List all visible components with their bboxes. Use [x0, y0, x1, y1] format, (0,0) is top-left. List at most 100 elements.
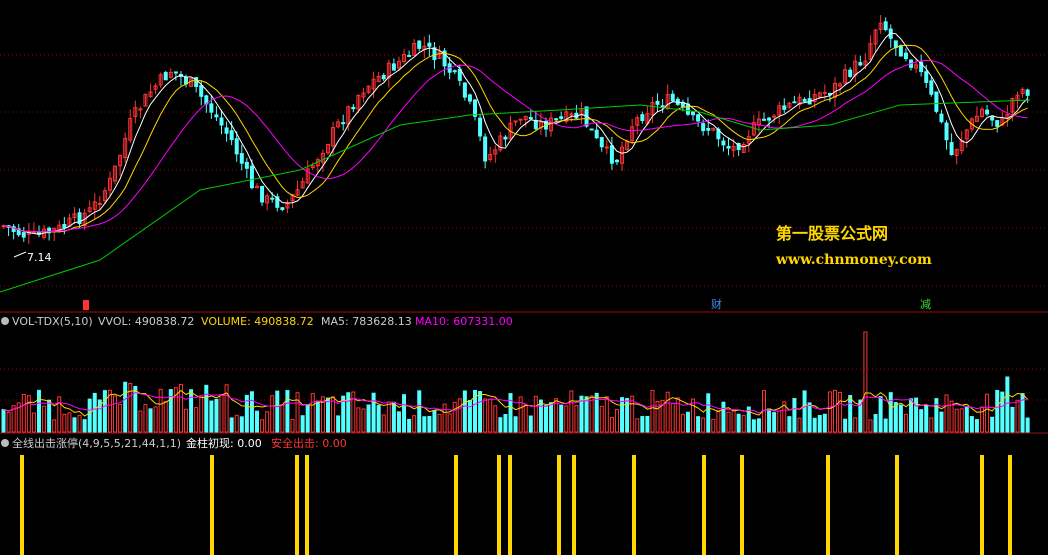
volume-indicator-name[interactable]: VOL-TDX(5,10) [12, 315, 93, 328]
candle-body [995, 120, 1000, 127]
volume-bar [614, 408, 619, 433]
candle-body [473, 99, 478, 117]
candle-body [528, 117, 533, 120]
event-marker-reduction[interactable]: 减 [920, 298, 931, 311]
stock-chart[interactable]: 7.14 第一股票公式网 www.chnmoney.com 财 减 VOL-TD… [0, 0, 1048, 555]
volume-bar [969, 416, 974, 433]
candle-body [898, 45, 903, 57]
candle-body [944, 122, 949, 141]
volume-bar [194, 407, 199, 433]
volume-bar [777, 410, 782, 433]
signal-bar [1008, 455, 1012, 555]
indicator-toggle-icon[interactable] [1, 317, 9, 325]
candle-body [609, 145, 614, 164]
volume-bar [564, 405, 569, 433]
safe-attack-label: 安全出击: 0.00 [271, 436, 347, 450]
volume-bar [42, 405, 47, 433]
candle-body [97, 202, 102, 205]
volume-bar [498, 417, 503, 433]
signal-indicator-name[interactable]: 全线出击涨停(4,9,5,5,21,44,1,1) [12, 436, 181, 450]
volume-bar [102, 390, 107, 433]
volume-label: VOLUME: 490838.72 [201, 315, 314, 328]
volume-bar [792, 398, 797, 433]
candle-body [883, 21, 888, 31]
signal-bar [740, 455, 744, 555]
volume-bar [77, 414, 82, 433]
candle-body [234, 138, 239, 155]
ma5-label: MA5: 783628.13 [321, 315, 412, 328]
volume-bar [148, 408, 153, 433]
volume-bar [184, 408, 189, 433]
volume-bar [1020, 393, 1025, 433]
volume-bar [6, 411, 11, 433]
volume-bar [295, 392, 300, 433]
volume-bar [1015, 399, 1020, 433]
volume-bar [832, 389, 837, 433]
volume-bar [604, 396, 609, 433]
candle-body [62, 223, 67, 229]
volume-bar [848, 395, 853, 433]
volume-bar [346, 392, 351, 433]
candle-body [848, 69, 853, 77]
volume-bar [716, 410, 721, 433]
volume-bar [315, 400, 320, 433]
candle-body [726, 145, 731, 149]
candle-body [802, 98, 807, 102]
candle-body [655, 100, 660, 105]
low-price-label: 7.14 [27, 251, 52, 264]
indicator-toggle-icon[interactable] [1, 439, 9, 447]
candle-body [691, 111, 696, 116]
candle-body [858, 62, 863, 66]
volume-bar [736, 413, 741, 433]
candle-body [569, 113, 574, 116]
volume-bar [478, 391, 483, 433]
volume-bar [118, 403, 123, 433]
volume-bar [417, 390, 422, 433]
volume-bar [574, 405, 579, 433]
volume-bar [62, 413, 67, 433]
volume-bar [153, 406, 158, 433]
volume-bar [285, 390, 290, 433]
volume-bar [964, 406, 969, 433]
volume-bar [255, 410, 259, 433]
volume-bar [974, 419, 979, 433]
signal-bar [572, 455, 576, 555]
event-marker-financial[interactable]: 财 [711, 297, 722, 311]
volume-bar [772, 412, 777, 433]
watermark-url: www.chnmoney.com [775, 252, 932, 268]
volume-bar [214, 398, 219, 433]
volume-bar [868, 419, 873, 433]
volume-bar [635, 418, 640, 433]
volume-bar [376, 405, 381, 433]
volume-bar [584, 396, 589, 433]
volume-bars [1, 331, 1030, 433]
signal-bar [210, 455, 214, 555]
candle-body [249, 165, 254, 189]
volume-bar [721, 401, 726, 433]
volume-bar [888, 392, 893, 433]
signal-bars [20, 455, 1012, 555]
signal-bar [980, 455, 984, 555]
volume-bar [325, 397, 330, 433]
volume-bar [249, 391, 254, 433]
volume-bar [331, 396, 336, 433]
candle-body [244, 161, 249, 169]
candle-body [341, 122, 346, 125]
volume-bar [280, 404, 285, 433]
volume-bar [893, 402, 898, 433]
volume-bar [483, 398, 488, 433]
volume-bar [853, 417, 858, 433]
candle-body [199, 85, 204, 97]
candle-body [173, 71, 178, 74]
volume-bar [381, 414, 386, 433]
volume-bar [209, 400, 214, 433]
volume-bar [47, 399, 52, 433]
volume-bar [726, 411, 731, 433]
volume-bar [533, 395, 538, 433]
volume-bar [31, 412, 36, 433]
candle-body [929, 80, 934, 95]
volume-bar [944, 394, 949, 433]
volume-bar [924, 404, 929, 433]
candle-body [670, 93, 675, 102]
candle-body [219, 117, 224, 126]
